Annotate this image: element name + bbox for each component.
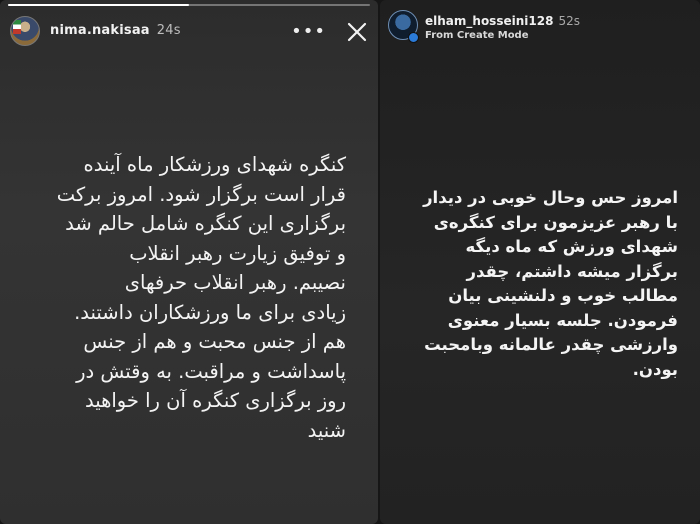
right-story-panel[interactable]: elham_hosseini128 52s From Create Mode ام… (380, 0, 700, 524)
story-header: elham_hosseini128 52s From Create Mode (388, 6, 692, 50)
username-text[interactable]: elham_hosseini128 (425, 14, 553, 28)
story-header: nima.nakisaa 24s ••• (10, 12, 368, 52)
left-story-panel[interactable]: nima.nakisaa 24s ••• کنگره شهدای ورزشکار … (0, 0, 378, 524)
flag-icon (13, 20, 21, 34)
avatar[interactable] (10, 16, 40, 46)
close-icon[interactable] (346, 21, 368, 43)
story-username[interactable]: elham_hosseini128 52s (425, 14, 580, 28)
story-time: 24s (156, 23, 181, 38)
username-text[interactable]: nima.nakisaa (50, 23, 150, 38)
story-time: 52s (558, 14, 580, 28)
create-mode-label[interactable]: From Create Mode (425, 30, 529, 41)
more-dots-icon[interactable]: ••• (291, 23, 326, 41)
story-badge-icon (408, 32, 419, 43)
story-text: امروز حس وحال خوبی در دیدار با رهبر عزیز… (423, 188, 678, 379)
story-username[interactable]: nima.nakisaa 24s (50, 23, 181, 38)
story-progress-fill (8, 4, 189, 6)
story-progress-bar (8, 4, 370, 6)
story-text: کنگره شهدای ورزشکار ماه آینده قرار است ب… (56, 153, 346, 442)
